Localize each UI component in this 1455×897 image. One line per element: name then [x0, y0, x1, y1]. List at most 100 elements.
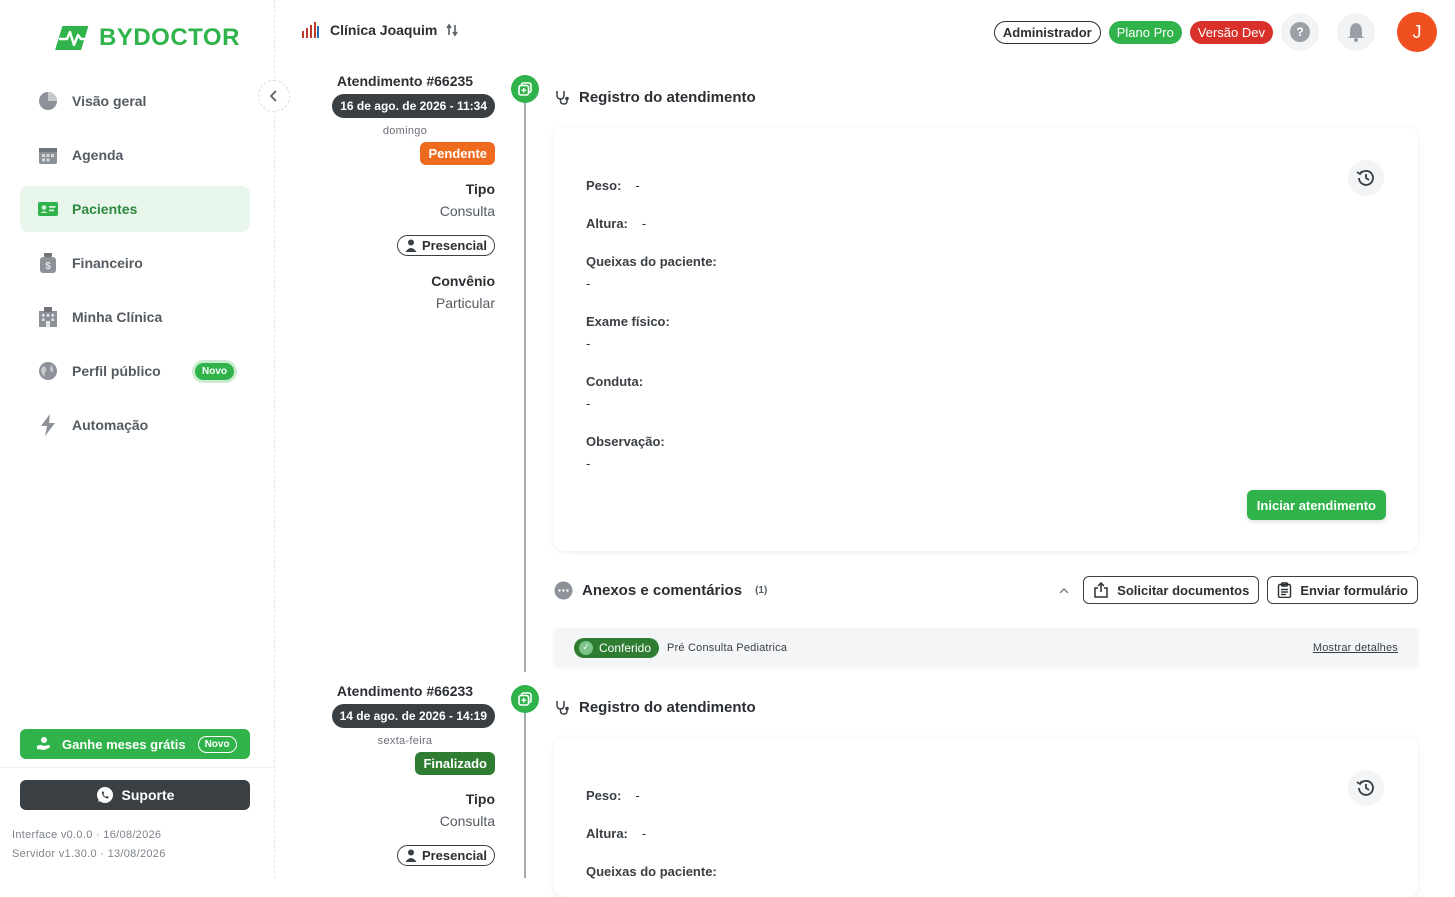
sidebar-divider [0, 767, 275, 768]
sidebar-item-pacientes[interactable]: Pacientes [20, 186, 250, 232]
notes-label: Observação: [586, 434, 665, 449]
appointment-weekday: sexta-feira [377, 735, 433, 747]
env-badge[interactable]: Versão Dev [1189, 20, 1273, 44]
upload-icon [1094, 582, 1108, 598]
new-badge: Novo [195, 362, 234, 380]
record-section-title: Registro do atendimento [555, 89, 756, 106]
appointment-meta: Atendimento #66235 16 de ago. de 2026 - … [295, 73, 495, 311]
start-appointment-button[interactable]: Iniciar atendimento [1246, 490, 1386, 520]
sidebar: BYDOCTOR Visão geral Agenda Pacientes $ … [0, 0, 275, 878]
clinic-selector[interactable]: Clínica Joaquim [300, 20, 459, 40]
logo-icon [55, 26, 91, 50]
complaints-label: Queixas do paciente: [586, 254, 717, 269]
help-button[interactable]: ? [1281, 13, 1319, 51]
interface-version: Interface v0.0.0 · 16/08/2026 [12, 829, 162, 841]
chat-bubble-icon [554, 581, 573, 599]
mode-label: Presencial [421, 238, 487, 253]
check-icon: ✓ [579, 640, 593, 655]
support-button[interactable]: Suporte [20, 780, 250, 810]
record-section-title: Registro do atendimento [555, 699, 756, 716]
help-icon: ? [1290, 22, 1310, 42]
chevron-left-icon [269, 90, 277, 102]
timeline-line [524, 712, 526, 878]
attachments-title: Anexos e comentários (1) [554, 581, 767, 600]
sidebar-item-minha-clinica[interactable]: Minha Clínica [20, 294, 250, 340]
building-icon [37, 306, 59, 328]
sidebar-item-label: Visão geral [72, 93, 147, 109]
user-avatar[interactable]: J [1397, 12, 1437, 52]
promo-button[interactable]: Ganhe meses grátis Novo [20, 729, 250, 759]
timeline-node-icon [511, 75, 539, 103]
gift-hand-icon [37, 737, 50, 750]
stethoscope-icon [556, 701, 569, 715]
appointment-date: 14 de ago. de 2026 - 14:19 [331, 704, 495, 728]
sidebar-item-perfil-publico[interactable]: Perfil público Novo [20, 348, 250, 394]
sidebar-item-label: Pacientes [72, 201, 138, 217]
exam-label: Exame físico: [586, 314, 670, 329]
history-icon [1356, 780, 1374, 796]
sidebar-item-label: Financeiro [72, 255, 143, 271]
brand-name: BYDOCTOR [99, 24, 240, 51]
show-details-link[interactable]: Mostrar detalhes [1313, 642, 1398, 654]
weight-field: Peso: - [586, 178, 640, 193]
record-card: Peso: - Altura: - Queixas do paciente: [554, 737, 1418, 897]
support-label: Suporte [121, 787, 175, 803]
height-field: Altura: - [586, 826, 647, 841]
mode-label: Presencial [421, 848, 487, 863]
role-badge[interactable]: Administrador [993, 20, 1101, 44]
height-field: Altura: - [586, 216, 647, 231]
sidebar-item-label: Perfil público [72, 363, 161, 379]
sidebar-item-label: Minha Clínica [72, 309, 163, 325]
person-icon [405, 849, 417, 862]
sidebar-item-agenda[interactable]: Agenda [20, 132, 250, 178]
attachment-name: Pré Consulta Pediatrica [667, 641, 788, 654]
stethoscope-icon [556, 91, 569, 105]
notifications-button[interactable] [1337, 13, 1375, 51]
attachment-item[interactable]: ✓ Conferido Pré Consulta Pediatrica Most… [554, 628, 1418, 667]
sidebar-item-automacao[interactable]: Automação [20, 402, 250, 448]
type-label: Tipo [465, 791, 495, 807]
status-badge: Pendente [420, 142, 495, 165]
type-value: Consulta [439, 203, 495, 219]
sidebar-item-label: Automação [72, 417, 149, 433]
chevron-up-icon[interactable] [1059, 583, 1069, 597]
mode-badge: Presencial [396, 235, 495, 256]
notes-value: - [586, 456, 591, 471]
type-label: Tipo [465, 181, 495, 197]
attachments-count: (1) [755, 584, 768, 596]
status-badge: Finalizado [415, 752, 495, 775]
header-actions: Administrador Plano Pro Versão Dev ? J [993, 12, 1437, 52]
globe-icon [37, 360, 59, 382]
weight-field: Peso: - [586, 788, 640, 803]
clipboard-icon [1278, 582, 1292, 598]
send-form-button[interactable]: Enviar formulário [1267, 576, 1418, 604]
new-badge: Novo [197, 735, 237, 753]
collapse-sidebar-button[interactable] [258, 80, 290, 112]
promo-label: Ganhe meses grátis [62, 736, 186, 752]
sidebar-item-financeiro[interactable]: $ Financeiro [20, 240, 250, 286]
sidebar-nav: Visão geral Agenda Pacientes $ Financeir… [20, 78, 250, 456]
appointment-weekday: domingo [382, 125, 428, 137]
money-bag-icon: $ [37, 252, 59, 274]
exam-value: - [586, 336, 591, 351]
bell-icon [1348, 23, 1364, 42]
sidebar-item-label: Agenda [72, 147, 124, 163]
history-button[interactable] [1348, 160, 1384, 196]
appointment-title: Atendimento #66235 [336, 73, 474, 89]
mode-badge: Presencial [396, 845, 495, 866]
conduct-value: - [586, 396, 591, 411]
clinic-name: Clínica Joaquim [330, 22, 438, 38]
request-documents-button[interactable]: Solicitar documentos [1083, 576, 1260, 604]
server-version: Servidor v1.30.0 · 13/08/2026 [12, 848, 166, 860]
history-button[interactable] [1348, 770, 1384, 806]
clinic-logo-icon [302, 22, 319, 38]
patient-card-icon [37, 198, 59, 220]
checked-badge: ✓ Conferido [574, 637, 660, 658]
swap-icon [446, 23, 459, 37]
plan-badge[interactable]: Plano Pro [1108, 20, 1182, 44]
appointment-date: 16 de ago. de 2026 - 11:34 [332, 94, 495, 118]
record-card: Peso: - Altura: - Queixas do paciente: - E… [554, 127, 1418, 551]
sidebar-item-visao-geral[interactable]: Visão geral [20, 78, 250, 124]
appointment-title: Atendimento #66233 [336, 683, 474, 699]
brand-logo[interactable]: BYDOCTOR [55, 22, 240, 54]
